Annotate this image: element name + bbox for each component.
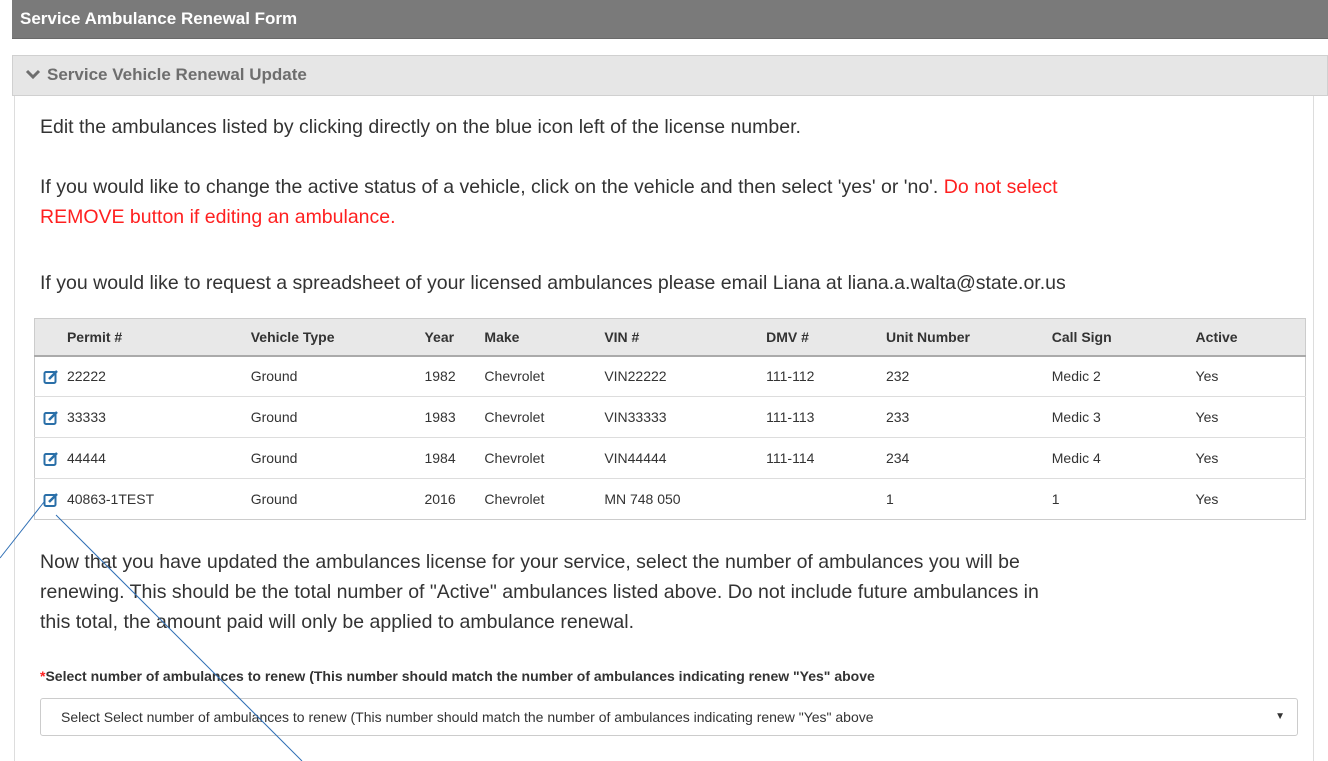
cell-unit-number: 1 — [885, 491, 894, 507]
cell-call-sign: Medic 2 — [1051, 368, 1101, 385]
cell-vin: VIN22222 — [604, 368, 667, 385]
ambulance-count-label: *Select number of ambulances to renew (T… — [40, 668, 875, 684]
col-vin[interactable]: VIN # — [604, 319, 766, 356]
cell-permit: 40863-1TEST — [66, 491, 155, 507]
cell-unit-number: 234 — [885, 450, 910, 466]
col-year[interactable]: Year — [424, 319, 484, 356]
edit-icon[interactable] — [43, 451, 59, 467]
instruction-status-text: If you would like to change the active s… — [40, 176, 939, 198]
table-header-row: Permit # Vehicle Type Year Make VIN # DM… — [34, 318, 1306, 356]
col-permit[interactable]: Permit # — [67, 319, 251, 356]
cell-vehicle-type: Ground — [250, 409, 298, 425]
cell-make: Chevrolet — [484, 491, 545, 507]
cell-year: 1983 — [424, 409, 456, 425]
table-row[interactable]: 33333 Ground 1983 Chevrolet VIN33333 111… — [34, 396, 1306, 438]
cell-vin: MN 748 050 — [604, 491, 681, 507]
section-toggle[interactable]: Service Vehicle Renewal Update — [12, 55, 1328, 96]
cell-dmv: 111-113 — [766, 409, 815, 425]
remove-warning-cont: REMOVE button if editing an ambulance. — [40, 206, 396, 228]
col-call-sign[interactable]: Call Sign — [1052, 319, 1196, 356]
cell-make: Chevrolet — [484, 368, 545, 385]
cell-call-sign: 1 — [1051, 491, 1060, 507]
summary-line-2: renewing. This should be the total numbe… — [40, 581, 1039, 603]
form-header: Service Ambulance Renewal Form — [12, 0, 1328, 39]
summary-line-1: Now that you have updated the ambulances… — [40, 551, 1020, 573]
cell-vehicle-type: Ground — [250, 491, 298, 507]
ambulance-count-select[interactable]: Select Select number of ambulances to re… — [40, 698, 1298, 736]
col-vehicle-type[interactable]: Vehicle Type — [251, 319, 425, 356]
col-active[interactable]: Active — [1196, 319, 1306, 356]
cell-active: Yes — [1195, 409, 1219, 425]
table-row[interactable]: 44444 Ground 1984 Chevrolet VIN44444 111… — [34, 437, 1306, 479]
cell-vehicle-type: Ground — [250, 450, 298, 466]
summary-line-3: this total, the amount paid will only be… — [40, 611, 635, 633]
edit-icon[interactable] — [43, 369, 59, 385]
dropdown-arrow-icon: ▼ — [1275, 711, 1285, 722]
instruction-spreadsheet: If you would like to request a spreadshe… — [40, 272, 1066, 294]
renewal-summary: Now that you have updated the ambulances… — [40, 547, 1320, 637]
edit-icon[interactable] — [43, 492, 59, 508]
table-row[interactable]: 22222 Ground 1982 Chevrolet VIN22222 111… — [34, 355, 1306, 397]
cell-call-sign: Medic 4 — [1051, 450, 1101, 466]
remove-warning: Do not select — [943, 176, 1058, 198]
ambulance-count-label-text: Select number of ambulances to renew (Th… — [45, 668, 875, 684]
cell-vehicle-type: Ground — [250, 368, 298, 385]
table-row[interactable]: 40863-1TEST Ground 2016 Chevrolet MN 748… — [34, 478, 1306, 520]
cell-active: Yes — [1195, 368, 1219, 385]
cell-dmv — [766, 479, 886, 520]
cell-permit: 33333 — [66, 409, 106, 425]
section-title: Service Vehicle Renewal Update — [47, 65, 307, 84]
cell-year: 1984 — [424, 450, 456, 466]
cell-dmv: 111-112 — [766, 368, 815, 385]
cell-active: Yes — [1195, 491, 1219, 507]
edit-icon[interactable] — [43, 410, 59, 426]
cell-active: Yes — [1195, 450, 1219, 466]
vehicles-table: Permit # Vehicle Type Year Make VIN # DM… — [34, 318, 1306, 520]
ambulance-count-selected: Select Select number of ambulances to re… — [61, 709, 874, 725]
cell-year: 2016 — [424, 491, 456, 507]
cell-year: 1982 — [424, 368, 456, 385]
instruction-status: If you would like to change the active s… — [40, 172, 1310, 232]
col-dmv[interactable]: DMV # — [766, 319, 886, 356]
cell-make: Chevrolet — [484, 450, 545, 466]
instruction-edit: Edit the ambulances listed by clicking d… — [40, 116, 801, 138]
cell-call-sign: Medic 3 — [1051, 409, 1101, 425]
cell-vin: VIN44444 — [604, 450, 667, 466]
cell-dmv: 111-114 — [766, 450, 815, 466]
col-make[interactable]: Make — [484, 319, 604, 356]
cell-permit: 44444 — [66, 450, 106, 466]
chevron-down-icon — [25, 69, 41, 80]
cell-vin: VIN33333 — [604, 409, 667, 425]
col-unit-number[interactable]: Unit Number — [886, 319, 1052, 356]
cell-make: Chevrolet — [484, 409, 545, 425]
cell-unit-number: 233 — [885, 409, 910, 425]
form-title: Service Ambulance Renewal Form — [20, 9, 298, 28]
cell-unit-number: 232 — [885, 368, 910, 385]
cell-permit: 22222 — [66, 368, 106, 385]
